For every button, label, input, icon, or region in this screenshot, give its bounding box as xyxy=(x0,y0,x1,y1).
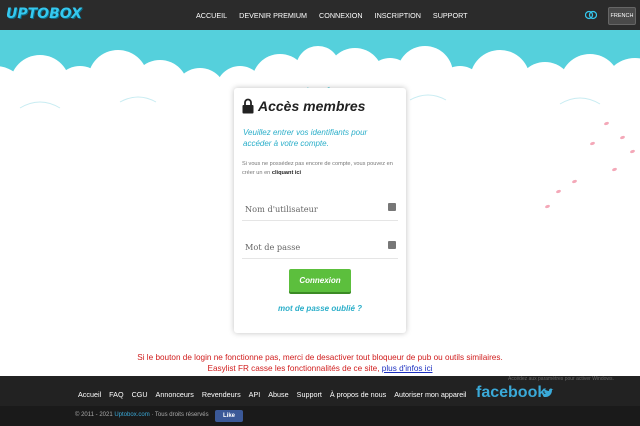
copyright-site-link[interactable]: Uptobox.com xyxy=(114,412,149,418)
petal-decoration xyxy=(611,167,618,172)
card-title: Accès membres xyxy=(242,98,365,114)
footer-link-authorize-device[interactable]: Autoriser mon appareil xyxy=(394,390,466,399)
top-navbar: UPTOBOX ACCUEIL DEVENIR PREMIUM CONNEXIO… xyxy=(0,0,640,30)
petal-decoration xyxy=(571,179,578,184)
nav-connexion[interactable]: CONNEXION xyxy=(319,11,363,20)
facebook-link[interactable]: facebook xyxy=(476,384,546,402)
lock-icon xyxy=(242,98,254,114)
petal-decoration xyxy=(544,204,551,209)
nav-inscription[interactable]: INSCRIPTION xyxy=(375,11,421,20)
footer-link-abuse[interactable]: Abuse xyxy=(268,390,288,399)
site-logo[interactable]: UPTOBOX xyxy=(6,6,82,22)
password-placeholder: Mot de passe xyxy=(245,242,301,252)
copyright: © 2011 - 2021 Uptobox.com · Tous droits … xyxy=(75,412,209,418)
language-button[interactable]: FRENCH xyxy=(608,7,636,25)
footer-bottom-bar: © 2011 - 2021 Uptobox.com · Tous droits … xyxy=(0,406,640,426)
theme-toggle-icon[interactable] xyxy=(585,10,597,20)
password-field-icon xyxy=(388,241,396,249)
forgot-password-link[interactable]: mot de passe oublié ? xyxy=(234,304,406,313)
user-field-icon xyxy=(388,203,396,211)
username-placeholder: Nom d'utilisateur xyxy=(245,204,318,214)
footer-link-support[interactable]: Support xyxy=(297,390,322,399)
nav-devenir-premium[interactable]: DEVENIR PREMIUM xyxy=(239,11,307,20)
footer-link-accueil[interactable]: Accueil xyxy=(78,390,101,399)
footer-link-faq[interactable]: FAQ xyxy=(109,390,123,399)
windows-activation-note: Accédez aux paramètres pour activer Wind… xyxy=(508,376,614,382)
login-card: Accès membres Veuillez entrer vos identi… xyxy=(234,88,406,333)
register-link[interactable]: cliquant ici xyxy=(272,170,301,176)
petal-decoration xyxy=(555,189,562,194)
footer-link-revendeurs[interactable]: Revendeurs xyxy=(202,390,241,399)
nav-accueil[interactable]: ACCUEIL xyxy=(196,11,227,20)
facebook-like-button[interactable]: Like xyxy=(215,410,243,422)
footer-link-annonceurs[interactable]: Annonceurs xyxy=(156,390,194,399)
login-title: Accès membres xyxy=(258,98,366,114)
connexion-button[interactable]: Connexion xyxy=(289,269,351,292)
main-nav: ACCUEIL DEVENIR PREMIUM CONNEXION INSCRI… xyxy=(196,0,468,30)
password-field[interactable]: Mot de passe xyxy=(242,236,398,259)
footer-link-about[interactable]: À propos de nous xyxy=(330,390,386,399)
footer-link-api[interactable]: API xyxy=(249,390,261,399)
nav-support[interactable]: SUPPORT xyxy=(433,11,468,20)
twitter-bird-icon[interactable] xyxy=(542,388,554,400)
footer-link-cgu[interactable]: CGU xyxy=(132,390,148,399)
login-subtitle: Veuillez entrer vos identifiants pour ac… xyxy=(243,128,368,148)
more-info-link[interactable]: plus d'infos ici xyxy=(382,364,433,373)
adblock-warning: Si le bouton de login ne fonctionne pas,… xyxy=(137,353,503,362)
register-info: Si vous ne possédez pas encore de compte… xyxy=(242,161,393,176)
easylist-warning: Easylist FR casse les fonctionnalités de… xyxy=(207,364,433,373)
username-field[interactable]: Nom d'utilisateur xyxy=(242,198,398,221)
